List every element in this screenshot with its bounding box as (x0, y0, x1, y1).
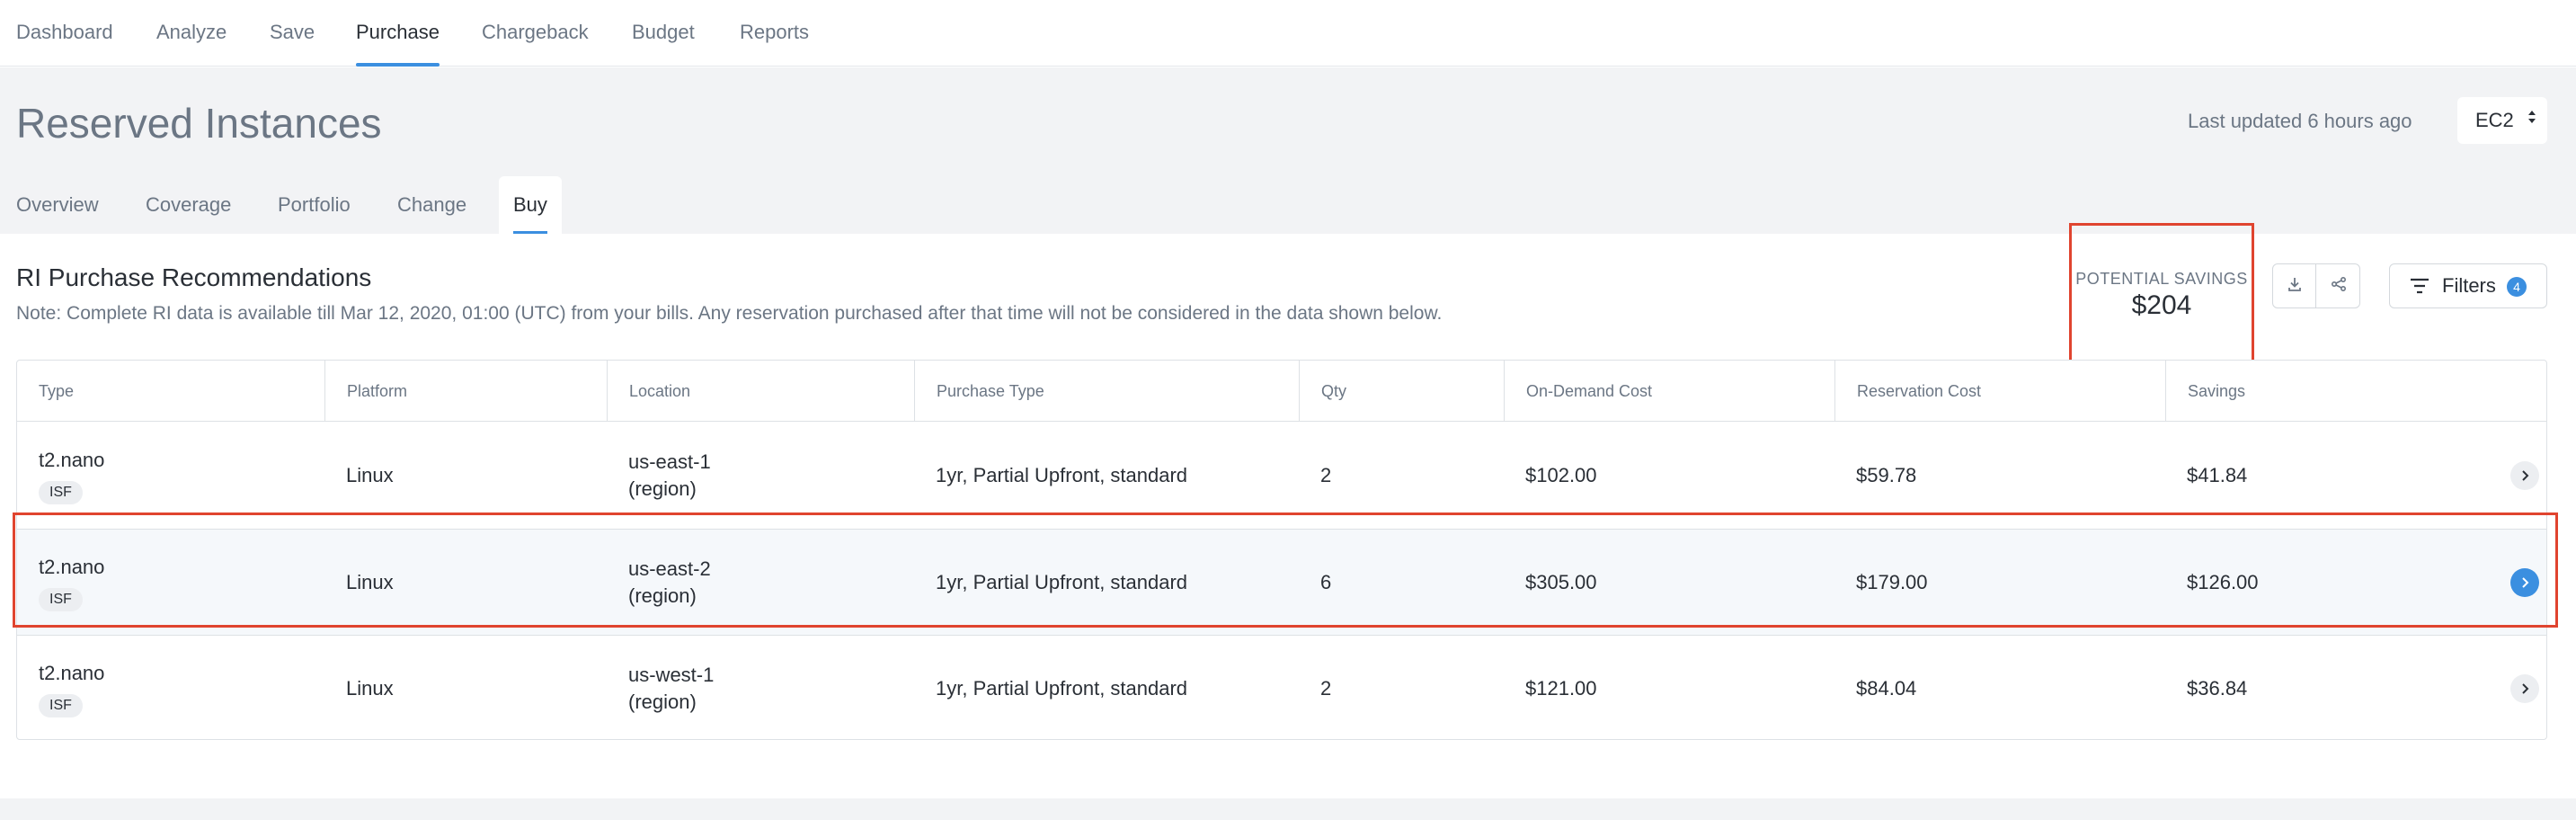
savings-cell: $41.84 (2187, 464, 2248, 486)
type-cell: t2.nano ISF (39, 423, 104, 529)
page-title: Reserved Instances (16, 100, 382, 147)
tab-buy[interactable]: Buy (499, 176, 562, 234)
column-header-savings[interactable]: Savings (2165, 361, 2546, 422)
sort-arrows-icon (2527, 97, 2536, 144)
download-icon (2286, 275, 2304, 298)
location-scope: (region) (628, 691, 697, 713)
reservation-cost-cell: $59.78 (1856, 464, 1917, 486)
column-header-type[interactable]: Type (17, 361, 324, 422)
reservation-cost-cell: $84.04 (1856, 677, 1917, 700)
table-header: Type Platform Location Purchase Type Qty… (17, 361, 2546, 422)
savings-cell: $126.00 (2187, 571, 2259, 593)
chevron-right-icon[interactable] (2510, 568, 2539, 597)
nav-item-budget[interactable]: Budget (632, 0, 695, 67)
service-select[interactable]: EC2 (2457, 97, 2547, 144)
share-button[interactable] (2317, 264, 2360, 308)
location-cell: us-east-2 (region) (628, 530, 711, 636)
purchase-type-cell: 1yr, Partial Upfront, standard (936, 677, 1188, 700)
column-header-platform[interactable]: Platform (324, 361, 607, 422)
instance-type: t2.nano (39, 449, 105, 471)
location-scope: (region) (628, 477, 697, 500)
nav-item-reports[interactable]: Reports (740, 0, 809, 67)
nav-item-analyze[interactable]: Analyze (156, 0, 227, 67)
isf-badge: ISF (39, 588, 83, 611)
filter-icon (2410, 277, 2429, 299)
purchase-type-cell: 1yr, Partial Upfront, standard (936, 464, 1188, 486)
column-header-reservation-cost[interactable]: Reservation Cost (1834, 361, 2165, 422)
savings-cell: $36.84 (2187, 677, 2248, 700)
nav-item-save[interactable]: Save (270, 0, 315, 67)
recommendations-table: Type Platform Location Purchase Type Qty… (16, 360, 2547, 740)
isf-badge: ISF (39, 694, 83, 718)
location-scope: (region) (628, 584, 697, 607)
on-demand-cost-cell: $121.00 (1525, 677, 1597, 700)
type-cell: t2.nano ISF (39, 636, 104, 742)
location-name: us-east-2 (628, 557, 711, 580)
tab-overview[interactable]: Overview (16, 176, 99, 234)
column-header-on-demand-cost[interactable]: On-Demand Cost (1504, 361, 1834, 422)
qty-cell: 6 (1320, 571, 1332, 593)
chevron-right-icon[interactable] (2510, 674, 2539, 703)
type-cell: t2.nano ISF (39, 530, 104, 636)
potential-savings-value: $204 (2131, 290, 2192, 320)
column-header-purchase-type[interactable]: Purchase Type (914, 361, 1299, 422)
footer-band (0, 798, 2576, 820)
column-header-location[interactable]: Location (607, 361, 914, 422)
table-row[interactable]: t2.nano ISF Linux us-west-1 (region) 1yr… (17, 635, 2546, 741)
last-updated-text: Last updated 6 hours ago (2188, 110, 2412, 132)
nav-item-purchase[interactable]: Purchase (356, 0, 440, 67)
nav-item-chargeback[interactable]: Chargeback (482, 0, 589, 67)
section-title: RI Purchase Recommendations (16, 263, 372, 291)
potential-savings-box: POTENTIAL SAVINGS $204 (2069, 223, 2254, 363)
location-name: us-west-1 (628, 664, 715, 686)
page-header (0, 67, 2576, 234)
share-icon (2330, 275, 2348, 298)
table-row[interactable]: t2.nano ISF Linux us-east-1 (region) 1yr… (17, 423, 2546, 529)
action-button-group (2272, 263, 2360, 308)
potential-savings-label: POTENTIAL SAVINGS (2075, 270, 2248, 288)
reservation-cost-cell: $179.00 (1856, 571, 1928, 593)
instance-type: t2.nano (39, 662, 105, 684)
on-demand-cost-cell: $102.00 (1525, 464, 1597, 486)
qty-cell: 2 (1320, 677, 1332, 700)
tab-portfolio[interactable]: Portfolio (278, 176, 351, 234)
location-name: us-east-1 (628, 450, 711, 473)
location-cell: us-west-1 (region) (628, 636, 714, 742)
platform-cell: Linux (346, 677, 394, 700)
download-button[interactable] (2273, 264, 2316, 308)
filters-count-badge: 4 (2507, 277, 2527, 297)
tab-coverage[interactable]: Coverage (146, 176, 231, 234)
location-cell: us-east-1 (region) (628, 423, 711, 529)
table-row-selected[interactable]: t2.nano ISF Linux us-east-2 (region) 1yr… (17, 529, 2546, 635)
section-note: Note: Complete RI data is available till… (16, 303, 1443, 324)
column-header-qty[interactable]: Qty (1299, 361, 1504, 422)
instance-type: t2.nano (39, 556, 105, 578)
qty-cell: 2 (1320, 464, 1332, 486)
tab-change[interactable]: Change (397, 176, 466, 234)
isf-badge: ISF (39, 481, 83, 504)
top-nav: Dashboard Analyze Save Purchase Chargeba… (0, 0, 2576, 67)
platform-cell: Linux (346, 464, 394, 486)
service-select-value: EC2 (2475, 109, 2514, 131)
filters-button[interactable]: Filters 4 (2389, 263, 2547, 308)
platform-cell: Linux (346, 571, 394, 593)
filters-label: Filters (2442, 274, 2496, 297)
nav-item-dashboard[interactable]: Dashboard (16, 0, 113, 67)
purchase-type-cell: 1yr, Partial Upfront, standard (936, 571, 1188, 593)
on-demand-cost-cell: $305.00 (1525, 571, 1597, 593)
chevron-right-icon[interactable] (2510, 461, 2539, 490)
